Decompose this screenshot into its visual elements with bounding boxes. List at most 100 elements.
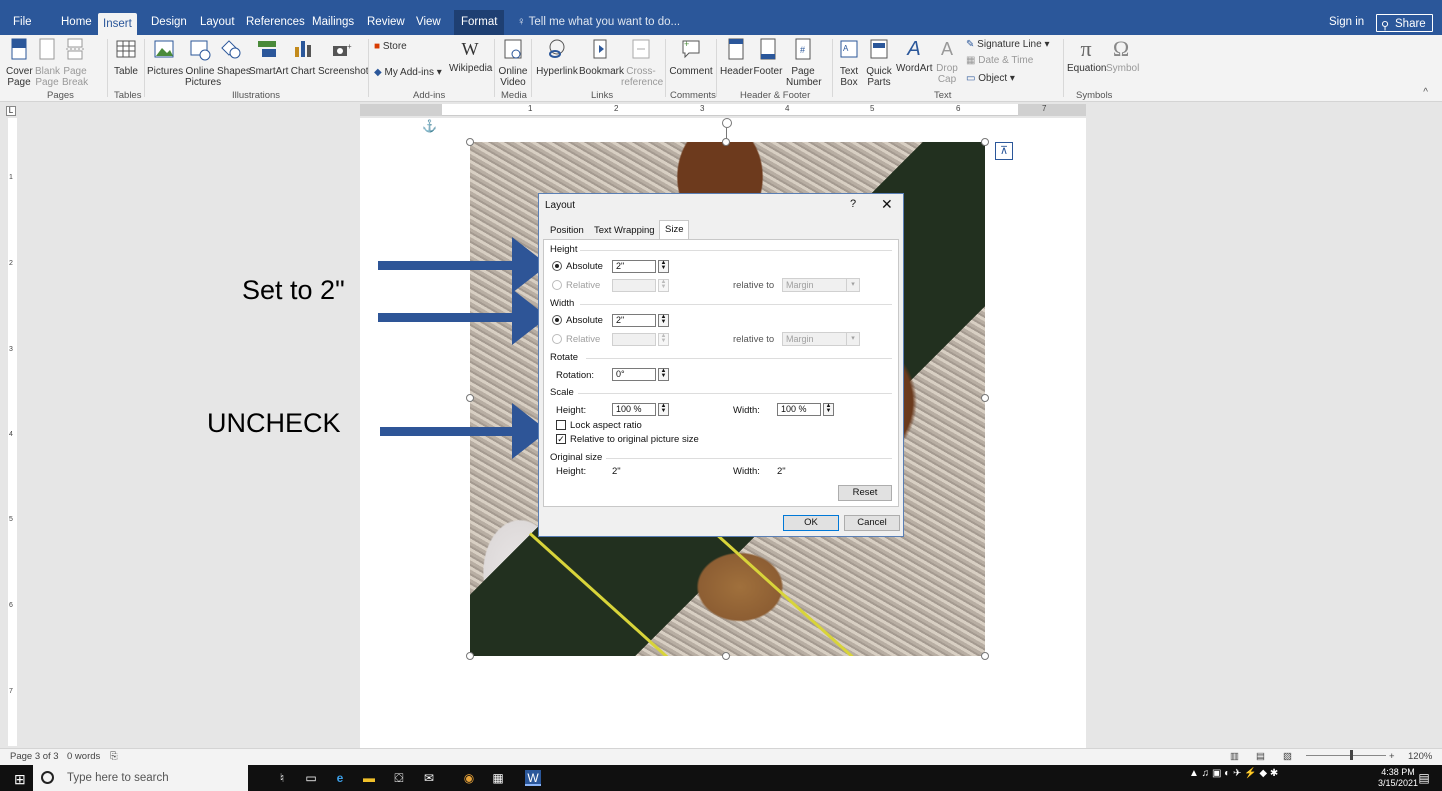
width-absolute-input[interactable]: 2"	[612, 314, 656, 327]
height-relative-radio[interactable]	[552, 280, 562, 290]
zoom-slider-thumb[interactable]	[1350, 750, 1353, 760]
chrome-icon[interactable]: ◉	[461, 770, 477, 786]
footer-button[interactable]: Footer	[752, 37, 784, 77]
tab-format[interactable]: Format	[454, 10, 505, 35]
mail-icon[interactable]: ✉	[421, 770, 437, 786]
store-button[interactable]: ■ Store	[374, 41, 407, 52]
comment-button[interactable]: + Comment	[669, 37, 713, 77]
height-relative-to-select[interactable]: Margin ▾	[782, 278, 860, 292]
lock-aspect-checkbox[interactable]	[556, 420, 566, 430]
share-button[interactable]: ⚲ Share	[1376, 14, 1433, 32]
width-absolute-radio[interactable]	[552, 315, 562, 325]
resize-handle[interactable]	[981, 652, 989, 660]
smartart-button[interactable]: SmartArt	[249, 37, 288, 77]
page-break-button[interactable]: Page Break	[62, 37, 88, 88]
resize-handle[interactable]	[981, 138, 989, 146]
word-taskbar-icon[interactable]: W	[525, 770, 541, 786]
read-mode-icon[interactable]: ▥	[1230, 751, 1239, 762]
layout-options-icon[interactable]: ⊼	[995, 142, 1013, 160]
web-layout-icon[interactable]: ▧	[1283, 751, 1292, 762]
drop-cap-button[interactable]: A Drop Cap	[934, 37, 960, 85]
windows-start-icon[interactable]: ⊞	[14, 771, 26, 788]
task-view-icon[interactable]: ▭	[303, 770, 319, 786]
height-absolute-spinner[interactable]: ▲ ▼	[658, 260, 669, 273]
page-number-button[interactable]: # Page Number	[786, 37, 822, 88]
resize-handle[interactable]	[466, 138, 474, 146]
hyperlink-button[interactable]: Hyperlink	[536, 37, 578, 77]
zoom-slider-track[interactable]	[1306, 755, 1386, 756]
text-box-button[interactable]: A Text Box	[836, 37, 862, 88]
tab-mailings[interactable]: Mailings	[312, 10, 354, 35]
resize-handle[interactable]	[722, 652, 730, 660]
screenshot-button[interactable]: + Screenshot	[318, 37, 369, 77]
tab-text-wrapping[interactable]: Text Wrapping	[589, 222, 660, 239]
cover-page-button[interactable]: Cover Page	[6, 37, 33, 88]
scale-width-spinner[interactable]: ▲ ▼	[823, 403, 834, 416]
online-pictures-button[interactable]: Online Pictures	[185, 37, 221, 88]
microphone-icon[interactable]: ♮	[274, 770, 290, 786]
horizontal-ruler[interactable]: 1 2 3 4 5 6 7	[360, 104, 1086, 116]
rotation-handle[interactable]	[722, 118, 732, 128]
vertical-ruler[interactable]: 1 2 3 4 5 6 7	[8, 118, 17, 746]
rotation-input[interactable]: 0°	[612, 368, 656, 381]
tell-me-box[interactable]: ♀ Tell me what you want to do...	[517, 10, 680, 35]
sign-in-link[interactable]: Sign in	[1329, 10, 1364, 35]
width-relative-input[interactable]	[612, 333, 656, 346]
store-taskbar-icon[interactable]: ⛋	[391, 770, 407, 786]
file-explorer-icon[interactable]: ▬	[361, 770, 377, 786]
print-layout-icon[interactable]: ▤	[1256, 751, 1265, 762]
scale-height-spinner[interactable]: ▲ ▼	[658, 403, 669, 416]
blank-page-button[interactable]: Blank Page	[35, 37, 60, 88]
reset-button[interactable]: Reset	[838, 485, 892, 501]
edge-icon[interactable]: e	[332, 770, 348, 786]
shapes-button[interactable]: Shapes	[217, 37, 251, 77]
bookmark-button[interactable]: Bookmark	[579, 37, 624, 77]
online-video-button[interactable]: Online Video	[498, 37, 528, 88]
pictures-button[interactable]: Pictures	[147, 37, 183, 77]
tab-layout[interactable]: Layout	[200, 10, 235, 35]
notification-center-icon[interactable]: ▤	[1416, 770, 1432, 786]
resize-handle[interactable]	[722, 138, 730, 146]
cancel-button[interactable]: Cancel	[844, 515, 900, 531]
cross-reference-button[interactable]: Cross- reference	[621, 37, 663, 88]
signature-line-button[interactable]: ✎ Signature Line ▾	[966, 39, 1049, 50]
equation-button[interactable]: π Equation	[1067, 37, 1106, 75]
collapse-ribbon-icon[interactable]: ^	[1423, 87, 1428, 98]
tab-size[interactable]: Size	[659, 220, 690, 240]
tab-review[interactable]: Review	[367, 10, 405, 35]
page-count[interactable]: Page 3 of 3	[10, 751, 59, 762]
quick-parts-button[interactable]: Quick Parts	[864, 37, 894, 88]
height-absolute-radio[interactable]	[552, 261, 562, 271]
height-relative-spinner[interactable]: ▲ ▼	[658, 279, 669, 292]
object-button[interactable]: ▭ Object ▾	[966, 73, 1015, 84]
tab-view[interactable]: View	[416, 10, 441, 35]
tab-home[interactable]: Home	[61, 10, 92, 35]
wordart-button[interactable]: A WordArt	[896, 37, 933, 74]
table-button[interactable]: Table	[112, 37, 140, 77]
relative-original-checkbox[interactable]: ✓	[556, 434, 566, 444]
tab-design[interactable]: Design	[151, 10, 187, 35]
chart-button[interactable]: Chart	[290, 37, 316, 77]
help-button[interactable]: ?	[850, 198, 856, 210]
header-button[interactable]: Header	[720, 37, 753, 77]
scale-width-input[interactable]: 100 %	[777, 403, 821, 416]
wikipedia-button[interactable]: W Wikipedia	[449, 37, 492, 74]
width-absolute-spinner[interactable]: ▲ ▼	[658, 314, 669, 327]
my-addins-button[interactable]: ◆ My Add-ins ▾	[374, 67, 442, 78]
symbol-button[interactable]: Ω Symbol	[1106, 37, 1139, 75]
width-relative-radio[interactable]	[552, 334, 562, 344]
tab-position[interactable]: Position	[545, 222, 589, 239]
rotation-spinner[interactable]: ▲ ▼	[658, 368, 669, 381]
close-icon[interactable]: ✕	[881, 196, 893, 213]
tab-references[interactable]: References	[246, 10, 305, 35]
proofing-icon[interactable]: ⎘	[110, 751, 118, 762]
tray-icon[interactable]: ▲ ♫ ▣ ◐ ✈ ⚡ ◆ ✱	[1189, 768, 1278, 779]
calculator-icon[interactable]: ▦	[490, 770, 506, 786]
tab-selector[interactable]: L	[6, 106, 16, 116]
taskbar-search[interactable]: Type here to search	[33, 765, 248, 791]
clock[interactable]: 4:38 PM 3/15/2021	[1378, 767, 1418, 789]
resize-handle[interactable]	[466, 394, 474, 402]
height-absolute-input[interactable]: 2"	[612, 260, 656, 273]
width-relative-to-select[interactable]: Margin ▾	[782, 332, 860, 346]
tab-file[interactable]: File	[13, 10, 32, 35]
